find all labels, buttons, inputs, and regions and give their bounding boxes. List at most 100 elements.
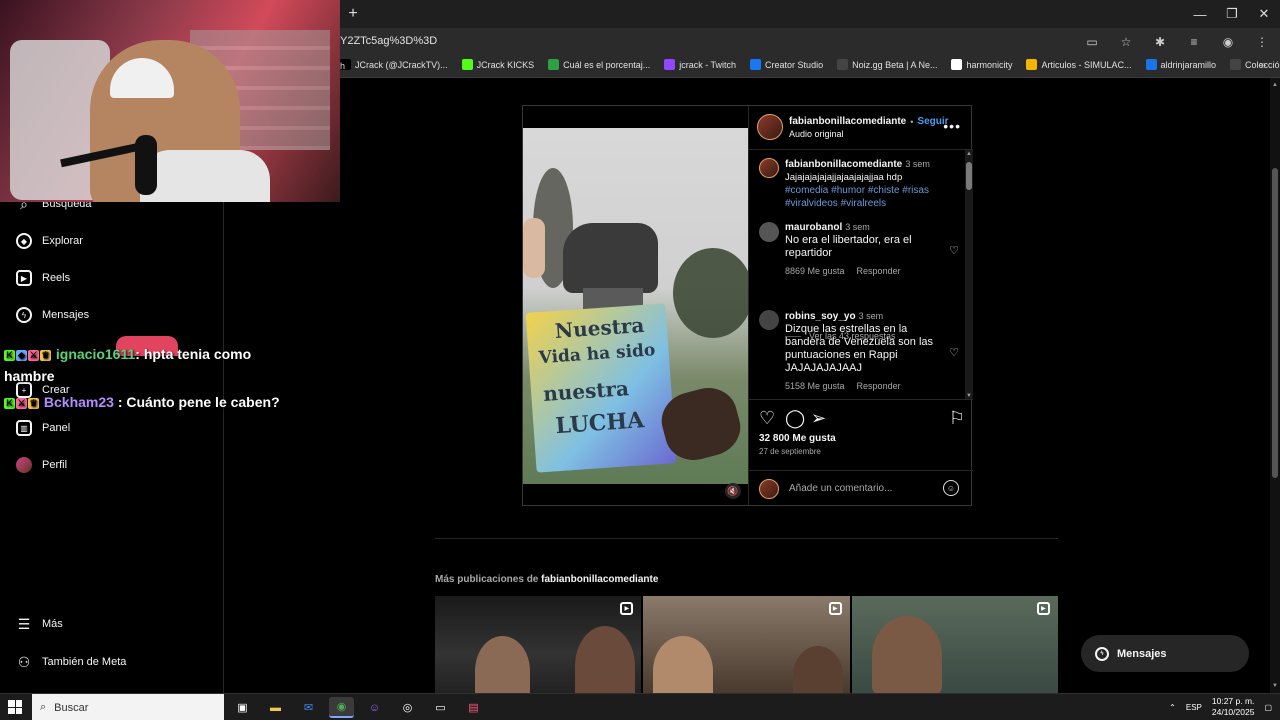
mute-icon[interactable]: 🔇 [725,483,741,499]
extensions-icon[interactable]: ✱ [1150,32,1170,52]
chat-message-1-wrap: hambre [4,368,55,384]
comments-scrollbar[interactable]: ▲ ▼ [965,150,973,399]
chevron-up-icon[interactable]: ⌃ [1169,703,1176,712]
comment-avatar[interactable] [759,222,779,242]
scroll-down-icon[interactable]: ▼ [966,393,972,399]
menu-dots-icon[interactable]: ⋮ [1252,32,1272,52]
minimize-icon[interactable]: — [1184,0,1216,28]
comments-list[interactable]: ▲ ▼ fabianbonillacomediante 3 sem Jajaja… [749,150,973,400]
video-hand [523,218,545,278]
facebook-icon [750,59,762,70]
like-count[interactable]: 32 800 Me gusta [759,433,836,444]
author-avatar[interactable] [757,114,783,140]
address-bar[interactable]: Y2ZTc5ag%3D%3D [340,35,437,47]
reel-video[interactable]: Nuestra Vida ha sido nuestra LUCHA [523,128,748,484]
scroll-up-icon[interactable]: ▲ [1272,82,1278,88]
bookmark-item[interactable]: JCrack KICKS [461,59,534,70]
comment-likes[interactable]: 8869 Me gusta [785,266,845,276]
cast-icon[interactable]: ▭ [1082,32,1102,52]
file-explorer-icon[interactable]: ▬ [263,697,288,718]
post-thumbnail[interactable]: ▶ [643,596,850,693]
comments-scroll-thumb[interactable] [966,162,972,190]
crown-badge-icon: ♛ [28,397,39,409]
restore-icon[interactable]: ❐ [1216,0,1248,28]
scroll-down-icon[interactable]: ▼ [1272,683,1278,689]
star-icon[interactable]: ☆ [1116,32,1136,52]
taskbar-search[interactable]: ⌕ Buscar [32,694,224,720]
nav-dashboard-label: Panel [42,422,71,434]
nav-messages[interactable]: ϟ Mensajes [16,307,89,323]
nav-dashboard[interactable]: ▥ Panel [16,420,70,436]
caption: fabianbonillacomediante 3 sem Jajajajaja… [785,158,955,210]
chrome-icon[interactable]: ◉ [329,697,354,718]
nav-reels[interactable]: ▶ Reels [16,270,70,286]
separator: • [910,116,914,127]
bookmark-fragment[interactable]: h [340,61,345,71]
more-options-icon[interactable]: ••• [943,118,961,134]
new-tab-button[interactable]: + [344,5,362,23]
comment-user[interactable]: maurobanol [785,222,842,233]
nav-explore[interactable]: ◆ Explorar [16,233,83,249]
comment-avatar[interactable] [759,310,779,330]
more-posts-user[interactable]: fabianbonillacomediante [541,574,658,585]
share-icon[interactable]: ➢ [811,408,826,429]
comment-like-icon[interactable]: ♡ [949,346,959,359]
page-scrollbar[interactable]: ▲ ▼ [1270,78,1280,693]
discord-icon[interactable]: ☺ [362,697,387,718]
messages-button-label: Mensajes [1117,647,1167,660]
thumb-person [871,616,942,693]
fl-studio-icon[interactable]: ▤ [461,697,486,718]
emoji-icon[interactable]: ☺ [943,480,959,496]
task-view-icon[interactable]: ▣ [230,697,255,718]
bookmark-item[interactable]: Articulos - SIMULAC... [1026,59,1132,70]
bookmark-item[interactable]: Colección de M_blei... [1230,59,1280,70]
bookmark-label: Creator Studio [765,59,824,70]
bookmarks-list: JCrack (@JCrackTV)... JCrack KICKS Cuál es… [340,59,1280,70]
post-thumbnail[interactable]: ▶ [851,596,1058,693]
reply-button[interactable]: Responder [857,266,901,276]
scroll-up-icon[interactable]: ▲ [966,151,972,157]
bookmark-item[interactable]: Noiz.gg Beta | A Ne... [837,59,937,70]
nav-profile[interactable]: Perfil [16,457,67,473]
comment-icon[interactable]: ◯ [785,408,805,429]
nav-more-label: Más [42,618,63,630]
bookmark-item[interactable]: JCrack (@JCrackTV)... [340,59,448,70]
windows-start-icon[interactable] [8,700,22,714]
bookmark-item[interactable]: jcrack - Twitch [664,59,736,70]
post-thumbnail[interactable]: ▶ [435,596,642,693]
caption-hashtags[interactable]: #comedia #humor #chiste #risas #viralvid… [785,185,929,209]
nav-also-from-meta[interactable]: ⚇ También de Meta [16,654,127,670]
clock[interactable]: 10:27 p. m. 24/10/2025 [1212,696,1255,718]
nav-more[interactable]: ☰ Más [16,616,63,632]
bookmark-item[interactable]: aldrinjaramillo [1145,59,1217,70]
profile-icon[interactable]: ◉ [1218,32,1238,52]
bookmark-item[interactable]: Cuál es el porcentaj... [548,59,650,70]
author-name[interactable]: fabianbonillacomediante [789,116,906,127]
comment-user[interactable]: robins_soy_yo [785,311,856,322]
bookmark-icon[interactable]: ⚐ [949,408,965,429]
scroll-thumb[interactable] [1272,168,1278,478]
system-tray: ⌃ ESP 10:27 p. m. 24/10/2025 ▢ [1169,696,1272,718]
caption-user[interactable]: fabianbonillacomediante [785,159,902,170]
bookmark-item[interactable]: harmonicity [951,59,1012,70]
app-icon[interactable]: ▭ [428,697,453,718]
reel-icon: ▶ [620,602,634,615]
bookmark-label: aldrinjaramillo [1160,59,1217,70]
bookmark-item[interactable]: Creator Studio [750,59,823,70]
comment-input[interactable]: Añade un comentario... [789,483,892,494]
language-indicator[interactable]: ESP [1186,703,1202,712]
close-icon[interactable]: ✕ [1248,0,1280,28]
comment-likes[interactable]: 5158 Me gusta [785,381,845,391]
comment-like-icon[interactable]: ♡ [949,244,959,257]
reply-button[interactable]: Responder [857,381,901,391]
audio-link[interactable]: Audio original [789,129,844,139]
outlook-icon[interactable]: ✉ [296,697,321,718]
messages-button[interactable]: ϟ Mensajes [1081,635,1249,672]
heart-icon[interactable]: ♡ [759,408,775,429]
windows-taskbar: ⌕ Buscar ▣ ▬ ✉ ◉ ☺ ◎ ▭ ▤ ⌃ ESP 10:27 p. … [0,693,1280,720]
bookmarks-more-button[interactable]: » [1260,60,1266,71]
notification-icon[interactable]: ▢ [1264,703,1272,712]
obs-icon[interactable]: ◎ [395,697,420,718]
caption-avatar[interactable] [759,158,779,178]
media-icon[interactable]: ≡ [1184,32,1204,52]
